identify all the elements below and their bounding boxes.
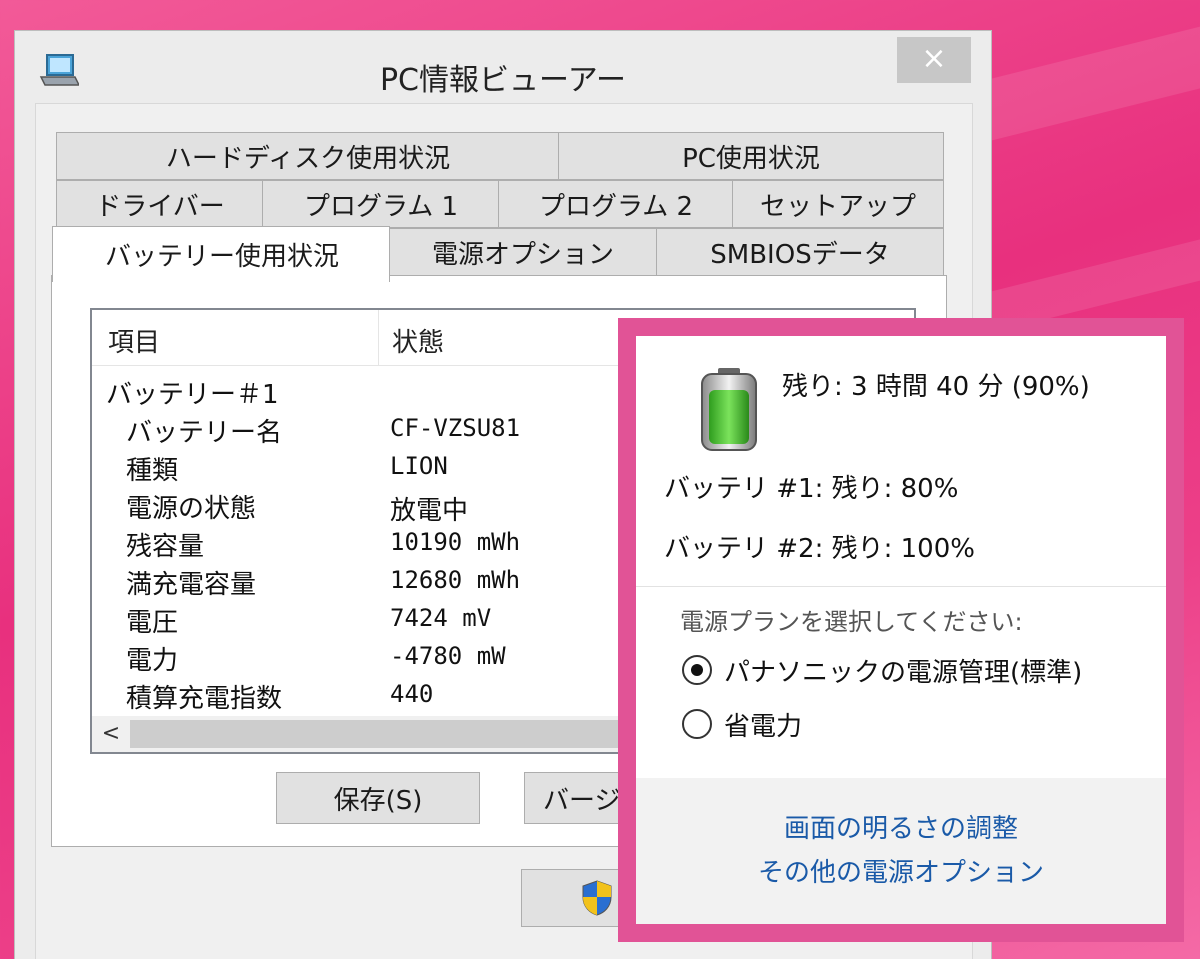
group-label: バッテリー＃1 <box>106 380 279 410</box>
row-value: 7424 mV <box>390 604 492 632</box>
row-value: 放電中 <box>390 496 469 526</box>
flyout-footer: 画面の明るさの調整 その他の電源オプション <box>636 778 1166 924</box>
tab-battery-usage[interactable]: バッテリー使用状況 <box>52 226 390 282</box>
column-header-status[interactable]: 状態 <box>392 322 444 359</box>
row-name: 満充電容量 <box>126 570 257 600</box>
save-button[interactable]: 保存(S) <box>276 772 480 824</box>
row-value: CF-VZSU81 <box>390 414 521 442</box>
tab-setup[interactable]: セットアップ <box>732 180 944 228</box>
battery-icon <box>701 368 757 451</box>
row-name: 積算充電指数 <box>126 684 283 714</box>
battery-level-fill <box>709 390 749 444</box>
power-plan-panasonic[interactable]: パナソニックの電源管理(標準) <box>682 650 1082 690</box>
row-name: バッテリー名 <box>126 418 283 448</box>
power-plan-label: パナソニックの電源管理(標準) <box>724 657 1083 688</box>
power-plan-prompt: 電源プランを選択してください: <box>680 608 1023 636</box>
column-header-item[interactable]: 項目 <box>108 322 160 359</box>
battery-flyout: 残り: 3 時間 40 分 (90%) バッテリ #1: 残り: 80% バッテ… <box>618 318 1184 942</box>
tab-power-options[interactable]: 電源オプション <box>388 228 658 276</box>
window-title: PC情報ビューアー <box>379 63 627 98</box>
battery-remaining-text: 残り: 3 時間 40 分 (90%) <box>782 372 1090 402</box>
row-value: LION <box>390 452 448 480</box>
radio-selected-icon[interactable] <box>682 655 712 685</box>
row-name: 残容量 <box>126 532 205 562</box>
flyout-divider <box>636 586 1166 587</box>
power-plan-power-saver[interactable]: 省電力 <box>682 704 802 744</box>
tab-program-2[interactable]: プログラム 2 <box>498 180 734 228</box>
adjust-brightness-link[interactable]: 画面の明るさの調整 <box>636 808 1166 845</box>
more-power-options-link[interactable]: その他の電源オプション <box>636 852 1166 889</box>
row-name: 電源の状態 <box>126 494 257 524</box>
scroll-left-arrow-icon[interactable]: < <box>96 716 126 752</box>
power-plan-label: 省電力 <box>724 711 803 742</box>
row-name: 電圧 <box>126 608 179 638</box>
row-value: 12680 mWh <box>390 566 521 594</box>
row-value: -4780 mW <box>390 642 506 670</box>
battery-flyout-content: 残り: 3 時間 40 分 (90%) バッテリ #1: 残り: 80% バッテ… <box>636 336 1166 924</box>
title-bar[interactable]: PC情報ビューアー × <box>15 31 991 113</box>
tab-pc-usage[interactable]: PC使用状況 <box>558 132 944 180</box>
row-name: 電力 <box>126 646 179 676</box>
tab-hard-disk-usage[interactable]: ハードディスク使用状況 <box>56 132 560 180</box>
battery-1-status: バッテリ #1: 残り: 80% <box>664 474 959 504</box>
row-value: 10190 mWh <box>390 528 521 556</box>
row-value: 440 <box>390 680 434 708</box>
uac-shield-icon <box>582 880 612 916</box>
radio-unselected-icon[interactable] <box>682 709 712 739</box>
tab-drivers[interactable]: ドライバー <box>56 180 264 228</box>
battery-2-status: バッテリ #2: 残り: 100% <box>664 534 975 564</box>
close-button[interactable]: × <box>897 37 971 83</box>
tab-smbios-data[interactable]: SMBIOSデータ <box>656 228 944 276</box>
row-name: 種類 <box>126 456 179 486</box>
column-divider[interactable] <box>378 310 379 366</box>
tab-program-1[interactable]: プログラム 1 <box>262 180 500 228</box>
